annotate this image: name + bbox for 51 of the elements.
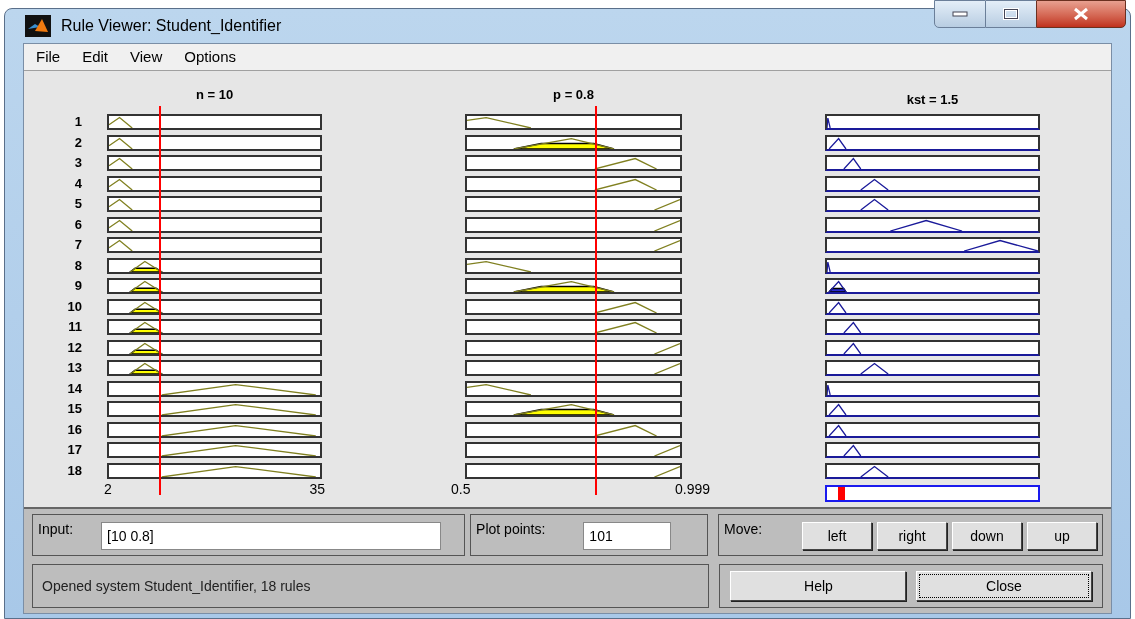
- rule-number: 4: [74, 175, 82, 192]
- rule-number: 15: [67, 401, 82, 417]
- rule-number: 10: [67, 298, 82, 315]
- move-button[interactable]: right: [877, 522, 947, 550]
- menu-item[interactable]: Edit: [82, 45, 109, 69]
- menu-item[interactable]: Options: [184, 45, 236, 69]
- move-button[interactable]: up: [1027, 522, 1097, 550]
- rule-number: 14: [67, 380, 82, 397]
- close-button[interactable]: [1036, 0, 1126, 28]
- rule-number: 5: [74, 196, 82, 212]
- rule-number: 16: [67, 421, 82, 438]
- minimize-icon: [952, 11, 968, 17]
- firing-area: [827, 287, 848, 292]
- rule-number: 13: [67, 360, 82, 376]
- close-dialog-button[interactable]: Close: [916, 571, 1092, 601]
- app-logo-icon: [25, 15, 51, 37]
- close-icon: [1072, 7, 1090, 21]
- plot-points-label: Plot points:: [476, 520, 546, 539]
- rule-number: 12: [67, 339, 82, 356]
- input-value-line[interactable]: [595, 106, 598, 495]
- rule-number: 11: [68, 319, 82, 335]
- axis-tick-label: 0.5: [451, 480, 471, 497]
- maximize-icon: [1003, 8, 1019, 20]
- move-button[interactable]: left: [802, 522, 872, 550]
- input-label: p = 0.8: [552, 86, 595, 104]
- plot-points-field[interactable]: 101: [583, 522, 672, 550]
- move-button[interactable]: down: [952, 522, 1022, 550]
- input-field[interactable]: [10 0.8]: [101, 522, 442, 550]
- menu-item[interactable]: View: [130, 45, 163, 69]
- rule-number: 1: [74, 114, 82, 130]
- input-value-line[interactable]: [158, 106, 161, 495]
- axis-tick-label: 0.999: [674, 480, 710, 497]
- rule-number: 17: [67, 442, 82, 458]
- move-label: Move:: [724, 520, 764, 539]
- axis-tick-label: 35: [309, 480, 325, 497]
- rule-number: 7: [74, 237, 82, 253]
- rule-number: 8: [74, 257, 82, 274]
- status-text: Opened system Student_Identifier, 18 rules: [42, 576, 311, 596]
- window-title: Rule Viewer: Student_Identifier: [61, 16, 282, 36]
- rule-number: 18: [67, 462, 82, 479]
- menu-item[interactable]: File: [36, 45, 61, 69]
- rule-number: 2: [74, 134, 82, 151]
- maximize-button[interactable]: [986, 0, 1036, 28]
- rule-number: 9: [74, 278, 82, 294]
- input-label: n = 10: [194, 86, 235, 104]
- output-label: kst = 1.5: [905, 91, 960, 109]
- input-label: Input:: [38, 520, 74, 539]
- help-button[interactable]: Help: [730, 571, 907, 601]
- axis-tick-label: 2: [104, 480, 112, 497]
- rule-number: 6: [74, 216, 82, 233]
- rule-number: 3: [74, 155, 82, 171]
